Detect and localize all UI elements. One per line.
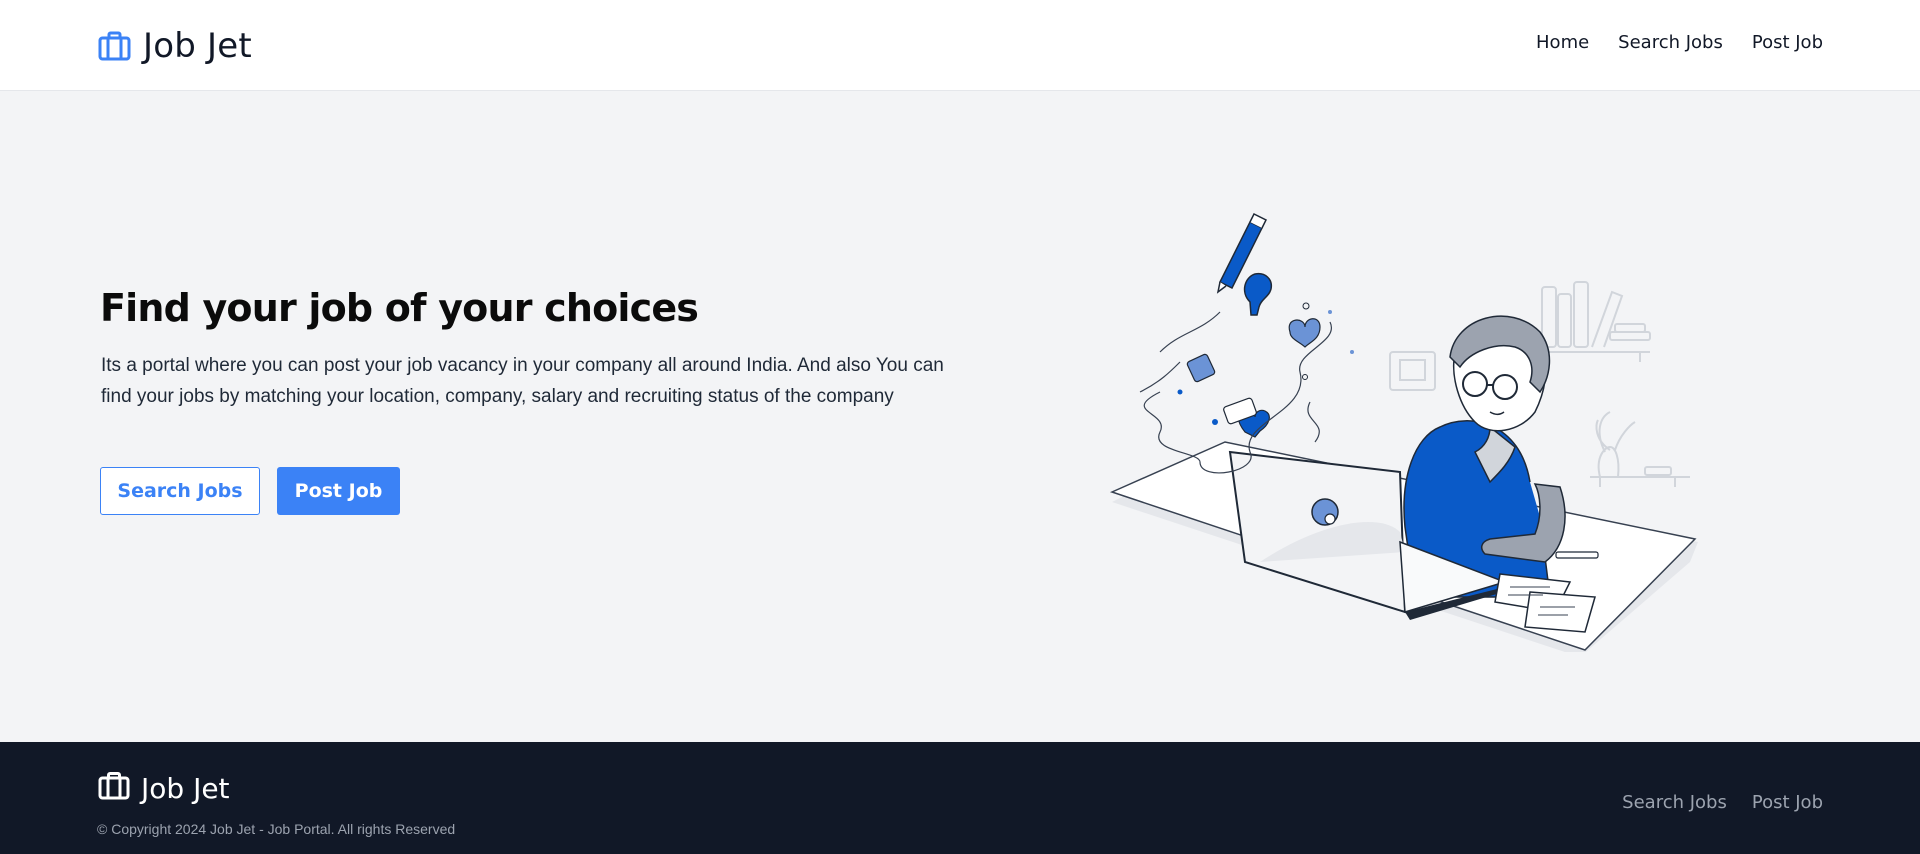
footer-post-job-link[interactable]: Post Job [1752, 792, 1823, 813]
site-footer: Job Jet © Copyright 2024 Job Jet - Job P… [0, 742, 1920, 854]
hero-title: Find your job of your choices [100, 286, 699, 330]
briefcase-icon [98, 772, 130, 805]
copyright-text: © Copyright 2024 Job Jet - Job Portal. A… [97, 821, 456, 837]
main-nav: Home Search Jobs Post Job [1536, 32, 1823, 53]
site-header: Job Jet Home Search Jobs Post Job [0, 0, 1920, 91]
post-job-button[interactable]: Post Job [277, 467, 400, 515]
brand-name: Job Jet [143, 26, 252, 66]
footer-search-jobs-link[interactable]: Search Jobs [1622, 792, 1727, 813]
nav-post-job-link[interactable]: Post Job [1752, 32, 1823, 53]
hero-section: Find your job of your choices Its a port… [0, 92, 1920, 742]
footer-nav: Search Jobs Post Job [1622, 792, 1823, 813]
brand-logo-link[interactable]: Job Jet [98, 26, 252, 66]
nav-home-link[interactable]: Home [1536, 32, 1589, 53]
footer-brand-name: Job Jet [141, 772, 230, 805]
nav-search-jobs-link[interactable]: Search Jobs [1618, 32, 1723, 53]
hero-description: Its a portal where you can post your job… [101, 355, 944, 407]
search-jobs-button[interactable]: Search Jobs [100, 467, 260, 515]
hero-button-group: Search Jobs Post Job [100, 467, 400, 515]
briefcase-icon [98, 31, 131, 61]
footer-brand[interactable]: Job Jet [98, 772, 230, 805]
hero-illustration [1109, 212, 1698, 652]
